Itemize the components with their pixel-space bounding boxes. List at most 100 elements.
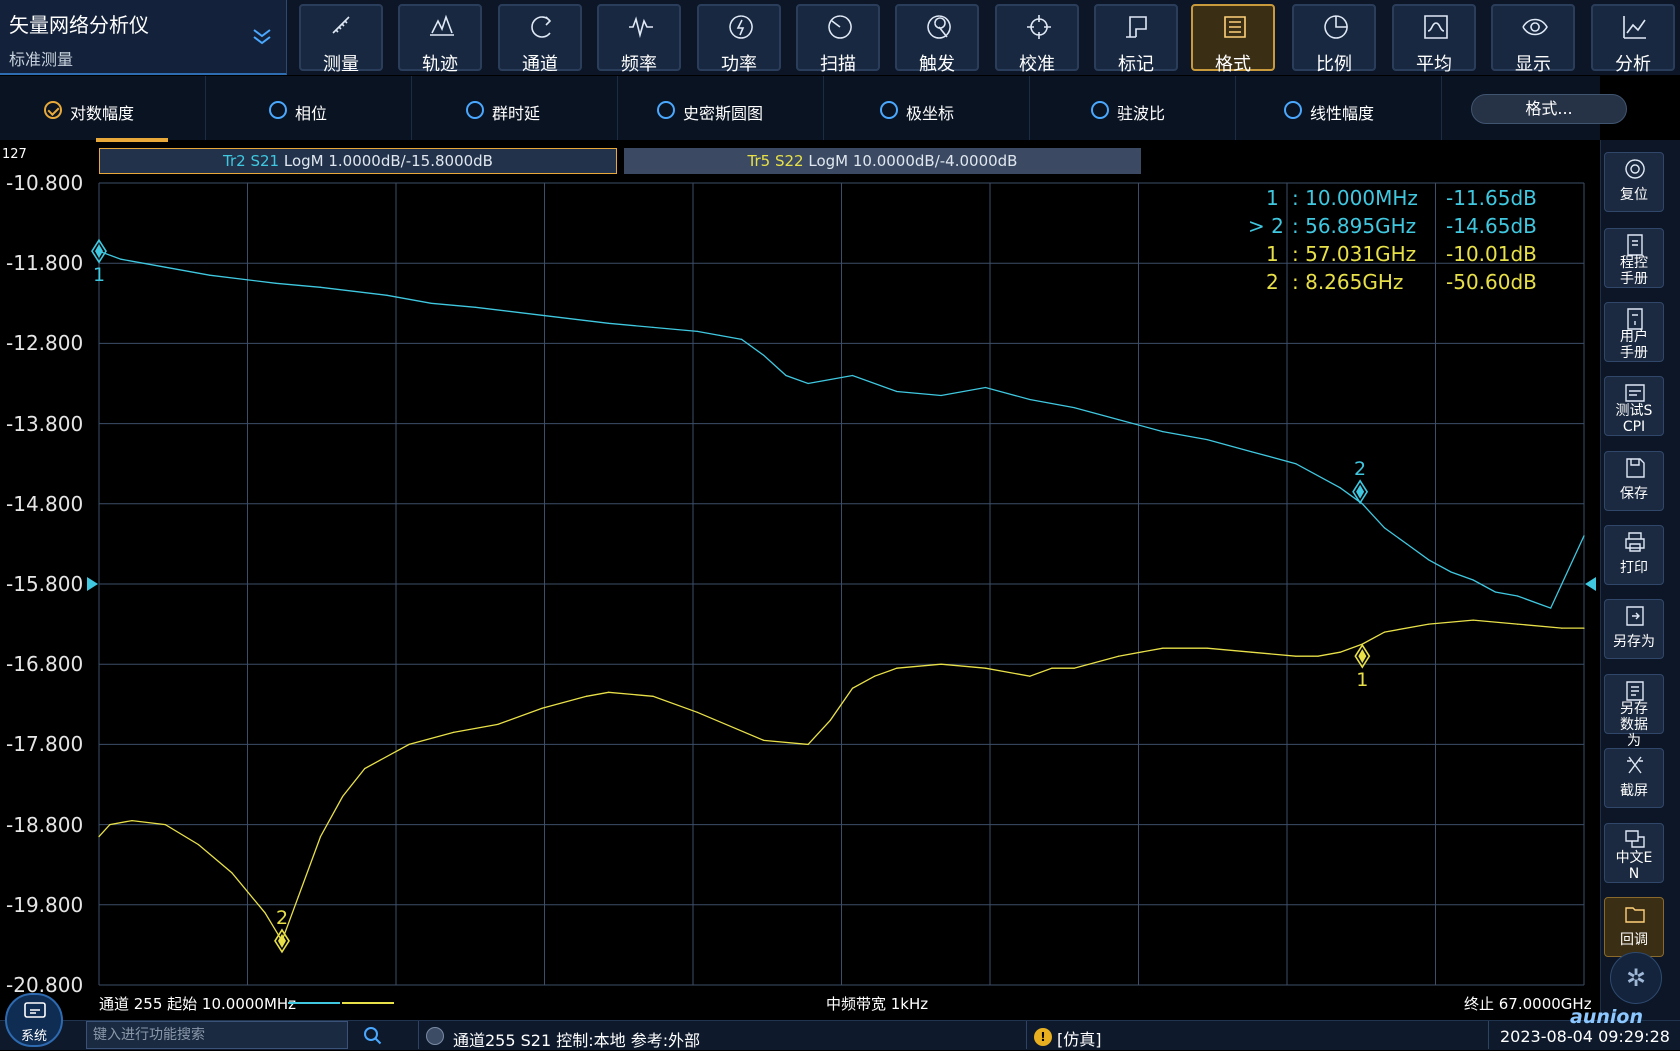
side-button-6[interactable]: 打印 (1604, 525, 1664, 585)
side-button-9[interactable]: 截屏 (1604, 748, 1664, 808)
format-more-button[interactable]: 格式... (1471, 94, 1627, 124)
toolbar-button-11[interactable]: 比例 (1292, 4, 1376, 75)
chevron-down-icon[interactable] (248, 24, 276, 52)
toolbar-button-label: 格式 (1215, 54, 1251, 75)
data-point (1073, 667, 1075, 669)
data-point (364, 767, 366, 770)
side-button-10[interactable]: 中文EN (1604, 823, 1664, 883)
legend-line-tr2 (288, 1002, 340, 1004)
format-option-label: 对数幅度 (70, 104, 135, 123)
toolbar-button-9[interactable]: 标记 (1094, 4, 1178, 75)
side-button-4[interactable]: 测试SCPI (1604, 376, 1664, 436)
marker-diamond-fill (1356, 484, 1365, 499)
data-point (475, 306, 477, 308)
user-manual-icon (1623, 307, 1647, 331)
ruler-icon (329, 13, 357, 41)
format-option-6[interactable]: 驻波比 (1030, 76, 1236, 140)
data-point (98, 836, 100, 838)
marker-readout-frequency: : 8.265GHz (1292, 270, 1404, 294)
toolbar-button-13[interactable]: 显示 (1491, 4, 1575, 75)
search-icon[interactable] (362, 1025, 384, 1047)
side-button-7[interactable]: 另存为 (1604, 599, 1664, 659)
side-button-11[interactable]: 回调 (1604, 897, 1664, 957)
side-button-3[interactable]: 用户手册 (1604, 302, 1664, 362)
data-point (608, 691, 610, 693)
legend-line-tr5 (342, 1002, 394, 1004)
side-button-label: 中文EN (1615, 850, 1653, 882)
scpi-icon (1623, 381, 1647, 405)
data-point (1317, 655, 1319, 657)
toolbar-button-5[interactable]: 功率 (697, 4, 781, 75)
simulation-badge: [仿真] (1057, 1030, 1102, 1049)
datetime: 2023-08-04 09:29:28 (1500, 1027, 1670, 1046)
average-icon (1422, 13, 1450, 41)
data-point (231, 872, 233, 874)
toolbar-button-2[interactable]: 轨迹 (398, 4, 482, 75)
display-icon (1521, 13, 1549, 41)
system-button[interactable]: 系统 (5, 993, 63, 1047)
screenshot-icon (1623, 753, 1647, 777)
toolbar-button-10[interactable]: 格式 (1191, 4, 1275, 75)
system-label: 系统 (20, 1029, 47, 1044)
toolbar-button-3[interactable]: 通道 (498, 4, 582, 75)
toolbar-button-12[interactable]: 平均 (1392, 4, 1476, 75)
toolbar-button-14[interactable]: 分析 (1591, 4, 1675, 75)
marker-diamond-fill (1358, 649, 1367, 664)
trace-tab-tr5[interactable]: Tr5 S22 LogM 10.0000dB/-4.0000dB (624, 148, 1141, 174)
trace-tab-tr2[interactable]: Tr2 S21 LogM 1.0000dB/-15.8000dB (99, 148, 617, 174)
data-point (1472, 619, 1474, 621)
side-button-label: 保存 (1620, 486, 1648, 502)
data-point (109, 824, 111, 826)
marker-readout-value: -14.65dB (1446, 214, 1537, 238)
format-option-4[interactable]: 史密斯圆图 (618, 76, 824, 140)
channel-icon (528, 13, 556, 41)
format-option-7[interactable]: 线性幅度 (1236, 76, 1442, 140)
toolbar-button-label: 扫描 (820, 54, 856, 75)
data-point (264, 912, 266, 914)
data-point (541, 707, 543, 709)
data-point (209, 274, 211, 276)
toolbar-button-1[interactable]: 测量 (299, 4, 383, 75)
top-toolbar: 矢量网络分析仪 标准测量 测量 轨迹 通道 频率 功率 扫描 触发 校准 标记 格式 比例 平均 显示 分… (0, 0, 1680, 75)
data-point (696, 330, 698, 332)
data-point (1494, 591, 1496, 593)
side-button-1[interactable]: 复位 (1604, 152, 1664, 212)
format-option-5[interactable]: 极坐标 (824, 76, 1030, 140)
data-point (164, 266, 166, 268)
warning-icon: ! (1034, 1028, 1052, 1046)
side-button-2[interactable]: 程控手册 (1604, 228, 1664, 288)
divider (418, 1021, 419, 1049)
side-button-5[interactable]: 保存 (1604, 451, 1664, 511)
toolbar-button-label: 比例 (1316, 54, 1352, 75)
data-point (1383, 631, 1386, 633)
start-frequency: 通道 255 起始 10.0000MHz (99, 995, 297, 1013)
side-button-8[interactable]: 另存数据为 (1604, 674, 1664, 749)
format-option-2[interactable]: 相位 (206, 76, 412, 140)
toolbar-button-7[interactable]: 触发 (895, 4, 979, 75)
toolbar-button-8[interactable]: 校准 (995, 4, 1079, 75)
side-button-label: 用户手册 (1620, 329, 1648, 361)
data-point (585, 695, 588, 697)
y-tick-label: -12.800 (6, 331, 84, 356)
toolbar-button-4[interactable]: 频率 (597, 4, 681, 75)
toolbar-button-6[interactable]: 扫描 (796, 4, 880, 75)
marker-label: 1 (1356, 669, 1368, 691)
data-point (1162, 431, 1164, 433)
format-option-3[interactable]: 群时延 (412, 76, 618, 140)
data-point (1295, 463, 1297, 465)
side-button-label: 打印 (1620, 560, 1648, 576)
format-option-label: 史密斯圆图 (683, 104, 764, 123)
trace-id: Tr2 S21 (223, 152, 280, 170)
fullscreen-icon[interactable]: ✲ (1610, 952, 1662, 1004)
data-point (1472, 579, 1474, 581)
program-manual-icon (1623, 233, 1647, 257)
data-point (984, 386, 987, 389)
trace-id: Tr5 S22 (747, 152, 804, 170)
data-point (1383, 527, 1386, 529)
format-option-1[interactable]: 对数幅度 (0, 76, 206, 140)
function-search-input[interactable]: 键入进行功能搜索 (86, 1021, 348, 1049)
toolbar-button-label: 触发 (919, 54, 955, 75)
y-tick-label: -13.800 (6, 411, 84, 436)
radio-icon (1091, 101, 1109, 119)
save-icon (1623, 456, 1647, 480)
